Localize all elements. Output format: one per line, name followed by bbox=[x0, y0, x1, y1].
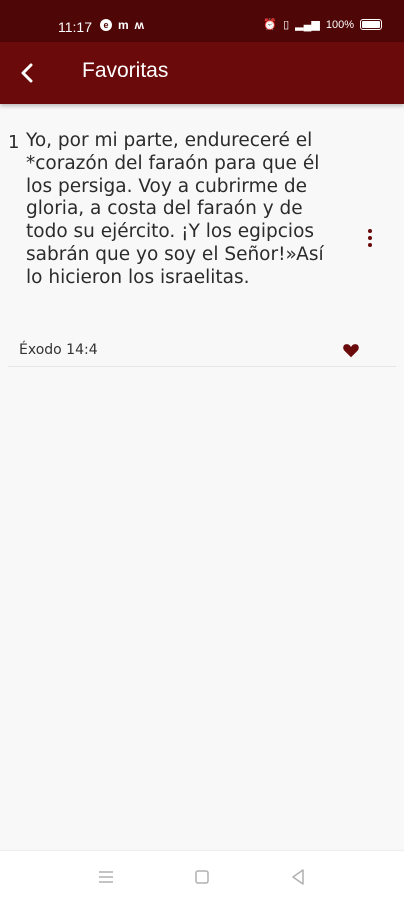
vibrate-icon: ▯ bbox=[283, 19, 290, 31]
signal-icon: ▂▄▆ bbox=[295, 19, 320, 31]
home-square-icon bbox=[195, 870, 209, 884]
verse-text: Yo, por mi parte, endureceré el *corazón… bbox=[26, 130, 324, 288]
home-button[interactable] bbox=[190, 865, 214, 889]
favorite-verse-item[interactable]: 1 Yo, por mi parte, endureceré el *coraz… bbox=[8, 120, 396, 367]
status-time: 11:17 bbox=[58, 19, 92, 35]
menu-icon bbox=[99, 871, 113, 883]
notification-ma-icon: ʍ bbox=[134, 18, 145, 32]
triangle-back-icon bbox=[292, 869, 304, 885]
alarm-icon: ⏰ bbox=[263, 19, 278, 31]
battery-percentage: 100% bbox=[325, 18, 354, 31]
back-button[interactable] bbox=[12, 57, 44, 89]
system-navigation-bar bbox=[0, 850, 404, 900]
page-title: Favoritas bbox=[82, 59, 169, 82]
arrow-back-icon bbox=[21, 63, 33, 83]
system-back-button[interactable] bbox=[286, 865, 310, 889]
heart-icon[interactable] bbox=[342, 342, 360, 358]
notification-circle-icon: e bbox=[100, 19, 112, 31]
status-notification-icons: e m ʍ bbox=[100, 18, 144, 32]
app-bar: Favoritas bbox=[0, 42, 404, 104]
status-bar: 11:17 e m ʍ ⏰ ▯ ▂▄▆ 100% bbox=[0, 0, 404, 42]
verse-reference: Éxodo 14:4 bbox=[19, 342, 98, 358]
more-options-button[interactable] bbox=[360, 224, 380, 252]
verse-number: 1 bbox=[8, 132, 20, 153]
battery-icon bbox=[360, 19, 382, 30]
notification-m-icon: m bbox=[118, 18, 129, 32]
recent-apps-button[interactable] bbox=[94, 865, 118, 889]
more-vert-icon bbox=[368, 229, 372, 233]
status-system-icons: ⏰ ▯ ▂▄▆ 100% bbox=[263, 18, 382, 31]
